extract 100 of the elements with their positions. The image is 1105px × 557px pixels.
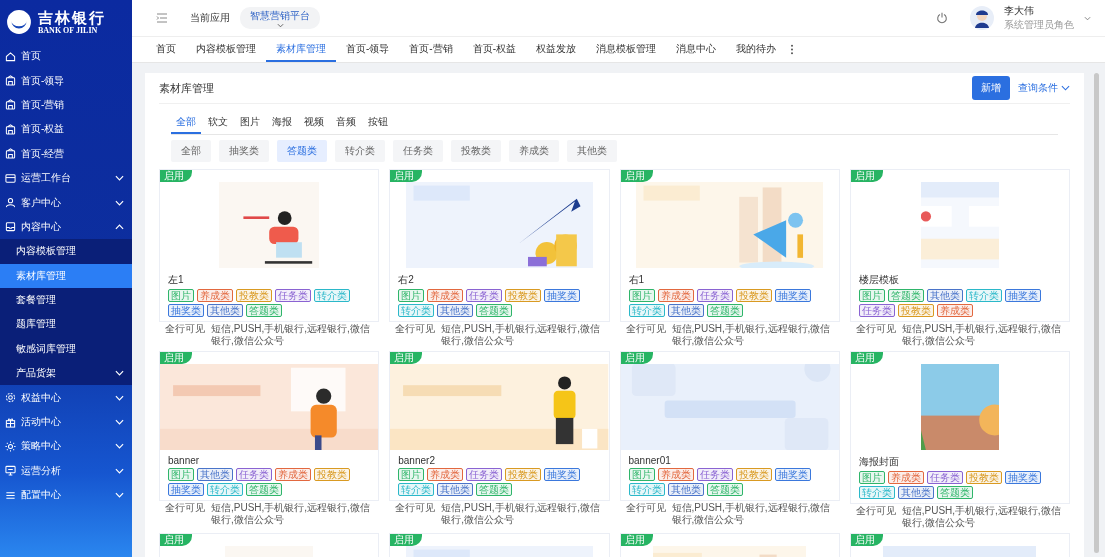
category-tag: 转介类 — [628, 304, 665, 317]
nav-item[interactable]: 首页-权益 — [0, 117, 132, 142]
category-tag: 任务类 — [275, 289, 311, 302]
category-tag: 投教类 — [897, 304, 934, 317]
nav-item[interactable]: 首页-经营 — [0, 141, 132, 166]
nav-item[interactable]: 活动中心 — [0, 409, 132, 435]
category-chip[interactable]: 任务类 — [393, 140, 443, 162]
caret-icon — [276, 23, 284, 28]
page-tab[interactable]: 首页-领导 — [336, 37, 400, 62]
power-icon[interactable] — [936, 12, 948, 24]
status-badge: 启用 — [390, 352, 423, 364]
type-tab[interactable]: 海报 — [267, 112, 297, 134]
nav-subitem[interactable]: 敏感词库管理 — [0, 336, 132, 362]
nav-subitem[interactable]: 题库管理 — [0, 312, 132, 337]
material-card[interactable]: 启用 右2 图片 养成类 任务类 投教类 抽奖类 转介类 其他类 答题类 — [389, 169, 610, 322]
category-tag: 抽奖类 — [774, 289, 811, 302]
scrollbar[interactable] — [1094, 73, 1099, 553]
material-card[interactable]: 启用 banner2 图片 养成类 任务类 投教类 抽奖类 转介类 其他类 答题类 — [389, 351, 610, 501]
category-tag: 任务类 — [236, 468, 272, 481]
material-card[interactable]: 启用 楼层模板 图片 答题类 其他类 转介类 抽奖类 任务类 投教类 养成类 — [849, 169, 1070, 322]
category-tag: 投教类 — [505, 468, 542, 481]
more-icon[interactable] — [790, 44, 795, 55]
category-chip[interactable]: 养成类 — [509, 140, 559, 162]
category-tag: 投教类 — [735, 289, 772, 302]
category-chip[interactable]: 抽奖类 — [219, 140, 269, 162]
category-chip[interactable]: 投教类 — [451, 140, 501, 162]
chevron-down-icon — [1061, 85, 1070, 91]
nav-item[interactable]: 运营工作台 — [0, 165, 132, 191]
app-select[interactable]: 智慧营销平台 — [240, 7, 320, 29]
avatar-icon[interactable] — [970, 6, 994, 30]
nav-item[interactable]: 运营分析 — [0, 458, 132, 484]
nav-subitem[interactable]: 内容模板管理 — [0, 239, 132, 264]
material-card[interactable]: 启用 banner01 图片 养成类 任务类 投教类 抽奖类 转介类 其他类 答题类 — [619, 351, 840, 501]
category-tag: 其他类 — [437, 483, 474, 496]
type-tab[interactable]: 全部 — [171, 112, 201, 134]
status-badge: 启用 — [850, 170, 883, 182]
category-tag: 转介类 — [628, 483, 665, 496]
type-tab[interactable]: 视频 — [299, 112, 329, 134]
material-card[interactable]: 启用 banner 图片 其他类 任务类 养成类 投教类 抽奖类 转介类 答题类 — [159, 351, 380, 501]
category-chip[interactable]: 转介类 — [335, 140, 385, 162]
channels-text: 短信,PUSH,手机银行,远程银行,微信银行,微信公众号 — [901, 323, 1062, 347]
category-chip[interactable]: 答题类 — [277, 140, 327, 162]
add-button[interactable]: 新增 — [972, 76, 1010, 100]
sun-icon — [5, 440, 16, 452]
category-tag: 其他类 — [437, 304, 474, 317]
material-card[interactable]: 启用 海报封面 图片 养成类 任务类 投教类 抽奖类 转介类 其他类 答题类 — [849, 351, 1070, 504]
caret-icon[interactable] — [1084, 15, 1091, 21]
category-tag: 答题类 — [476, 304, 513, 317]
nav-subitem[interactable]: 产品货架 — [0, 361, 132, 386]
category-tag: 其他类 — [197, 468, 233, 481]
category-tag: 投教类 — [505, 289, 542, 302]
gift-icon — [5, 416, 16, 428]
material-card[interactable]: 启用 右1 图片 养成类 任务类 投教类 抽奖类 转介类 其他类 答题类 — [619, 169, 840, 322]
nav-item[interactable]: 首页 — [0, 44, 132, 69]
nav-item[interactable]: 配置中心 — [0, 483, 132, 508]
material-card[interactable]: 启用 左1 图片 养成类 投教类 任务类 转介类 抽奖类 其他类 答题类 — [159, 169, 380, 322]
category-chip[interactable]: 其他类 — [567, 140, 617, 162]
category-tag: 任务类 — [696, 468, 733, 481]
nav-subitem[interactable]: 素材库管理 — [0, 263, 132, 288]
category-chip[interactable]: 全部 — [171, 140, 211, 162]
type-tab[interactable]: 音频 — [331, 112, 361, 134]
gear-icon — [5, 392, 16, 404]
category-tag: 答题类 — [476, 483, 513, 496]
house-icon — [5, 75, 16, 87]
nav-item[interactable]: 权益中心 — [0, 385, 132, 410]
page-tab[interactable]: 权益发放 — [526, 37, 587, 62]
nav-subitem[interactable]: 套餐管理 — [0, 287, 132, 313]
panel-title: 素材库管理 — [159, 80, 214, 96]
category-tag: 养成类 — [936, 304, 973, 317]
page-tab[interactable]: 内容模板管理 — [186, 37, 266, 62]
page-tab[interactable]: 首页 — [146, 37, 186, 62]
person-icon — [5, 197, 16, 209]
card-title: 海报封面 — [858, 455, 900, 469]
user-role: 系统管理员角色 — [1004, 18, 1074, 32]
page-tab[interactable]: 首页-权益 — [462, 37, 527, 62]
type-tab[interactable]: 图片 — [235, 112, 265, 134]
nav-item[interactable]: 客户中心 — [0, 190, 132, 215]
home-icon — [5, 50, 16, 62]
card-title: 左1 — [168, 273, 185, 287]
page-tab[interactable]: 消息中心 — [666, 37, 727, 62]
channels-text: 短信,PUSH,手机银行,远程银行,微信银行,微信公众号 — [441, 323, 602, 347]
category-tag: 其他类 — [897, 486, 934, 499]
nav-item[interactable]: 首页-营销 — [0, 92, 132, 118]
type-tab[interactable]: 按钮 — [363, 112, 393, 134]
category-tag: 抽奖类 — [1004, 471, 1041, 484]
page-tab[interactable]: 消息模板管理 — [586, 37, 667, 62]
category-tag: 答题类 — [246, 483, 282, 496]
nav-item[interactable]: 首页-领导 — [0, 68, 132, 93]
category-tag: 其他类 — [667, 483, 704, 496]
channels-text: 短信,PUSH,手机银行,远程银行,微信银行,微信公众号 — [901, 505, 1062, 529]
filter-toggle[interactable]: 查询条件 — [1018, 81, 1070, 95]
page-tab[interactable]: 首页-营销 — [399, 37, 463, 62]
nav-item[interactable]: 策略中心 — [0, 434, 132, 459]
category-tag: 图片 — [168, 289, 194, 302]
channels-text: 短信,PUSH,手机银行,远程银行,微信银行,微信公众号 — [671, 502, 832, 526]
page-tab[interactable]: 我的待办 — [726, 37, 787, 62]
type-tab[interactable]: 软文 — [203, 112, 233, 134]
category-tag: 养成类 — [427, 289, 464, 302]
category-tag: 任务类 — [858, 304, 895, 317]
nav-item[interactable]: 内容中心 — [0, 214, 132, 240]
